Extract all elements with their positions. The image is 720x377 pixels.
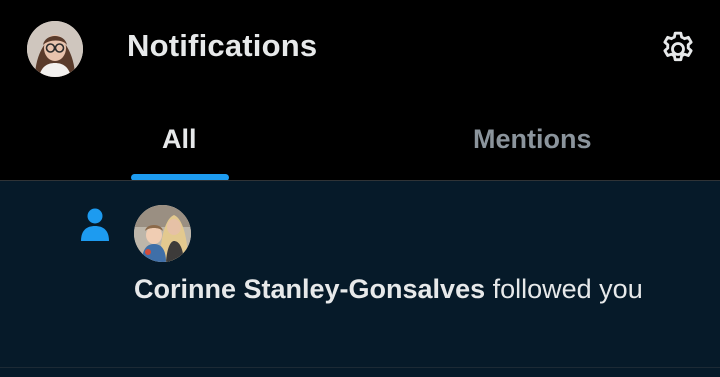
profile-avatar[interactable] [27, 21, 83, 77]
notification-item[interactable]: Corinne Stanley-Gonsalves followed you [0, 181, 720, 377]
notifications-screen: Notifications All Mentions Corinne Stanl… [0, 0, 720, 377]
header: Notifications [0, 0, 720, 100]
tab-all[interactable]: All [0, 100, 360, 181]
person-icon-glyph [81, 208, 109, 241]
follower-avatar[interactable] [134, 205, 191, 262]
tab-mentions[interactable]: Mentions [360, 100, 720, 181]
tab-all-label: All [162, 124, 197, 154]
profile-avatar-image [27, 21, 83, 77]
tab-mentions-label: Mentions [473, 124, 592, 154]
gear-icon-glyph [663, 31, 693, 62]
person-icon [80, 208, 110, 242]
follower-avatar-image [134, 205, 191, 262]
row-divider [0, 367, 720, 368]
notification-message: Corinne Stanley-Gonsalves followed you [134, 269, 694, 309]
notification-tabs: All Mentions [0, 100, 720, 181]
page-title: Notifications [127, 28, 318, 63]
follower-name[interactable]: Corinne Stanley-Gonsalves [134, 274, 485, 304]
notification-action: followed you [485, 274, 643, 304]
gear-icon[interactable] [658, 29, 698, 69]
